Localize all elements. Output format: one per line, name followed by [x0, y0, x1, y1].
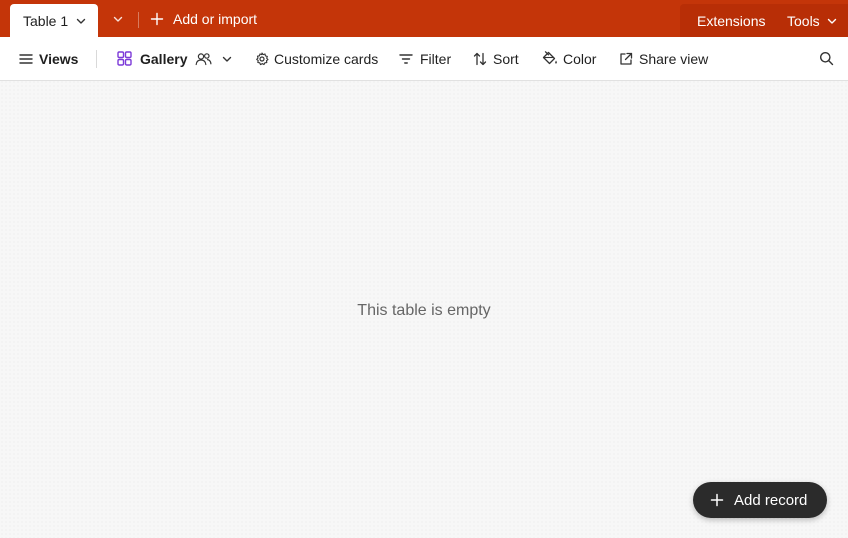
toolbar-divider — [96, 50, 97, 68]
tab-separator — [138, 12, 139, 28]
view-switcher-gallery[interactable]: Gallery — [117, 37, 233, 80]
table-tab-bar: Table 1 Add or import Extensions Tools — [0, 0, 848, 37]
tabbar-right-group: Extensions Tools — [680, 4, 848, 37]
hamburger-menu-icon — [19, 53, 33, 64]
filter-icon — [399, 53, 413, 64]
gallery-label: Gallery — [140, 50, 188, 67]
gear-icon — [256, 51, 269, 65]
chevron-down-icon — [223, 56, 232, 62]
views-label: Views — [39, 50, 79, 67]
views-button[interactable]: Views — [19, 37, 78, 80]
external-link-icon — [620, 52, 633, 65]
add-record-button[interactable]: Add record — [693, 482, 827, 518]
chevron-down-icon — [113, 16, 123, 22]
chevron-down-icon — [827, 18, 836, 24]
customize-cards-button[interactable]: Customize cards — [255, 37, 378, 80]
share-view-button[interactable]: Share view — [619, 37, 708, 80]
customize-cards-label: Customize cards — [274, 50, 379, 67]
search-icon — [820, 52, 834, 66]
sort-label: Sort — [493, 50, 519, 67]
all-tables-menu-button[interactable] — [100, 4, 136, 34]
add-or-import-button[interactable]: Add or import — [150, 4, 257, 34]
filter-button[interactable]: Filter — [399, 37, 451, 80]
tab-label: Table 1 — [23, 12, 69, 29]
chevron-down-icon — [76, 18, 86, 24]
share-view-label: Share view — [639, 50, 709, 67]
tools-label: Tools — [787, 13, 820, 29]
add-record-label: Add record — [734, 491, 808, 509]
collaborators-icon — [196, 52, 212, 65]
sort-button[interactable]: Sort — [473, 37, 519, 80]
tab-table-1[interactable]: Table 1 — [10, 4, 98, 37]
view-toolbar: Views Gallery Customize cards Filter Sor… — [0, 37, 848, 81]
paint-bucket-icon — [542, 51, 557, 65]
sort-arrows-icon — [473, 52, 487, 65]
add-or-import-label: Add or import — [173, 11, 258, 27]
gallery-grid-icon — [117, 51, 132, 66]
tools-button[interactable]: Tools — [787, 13, 838, 29]
plus-icon — [150, 12, 164, 26]
color-button[interactable]: Color — [542, 37, 596, 80]
search-button[interactable] — [819, 37, 834, 80]
extensions-button[interactable]: Extensions — [697, 13, 765, 29]
plus-icon — [710, 493, 724, 507]
empty-table-message: This table is empty — [357, 302, 491, 319]
color-label: Color — [563, 50, 597, 67]
filter-label: Filter — [420, 50, 452, 67]
